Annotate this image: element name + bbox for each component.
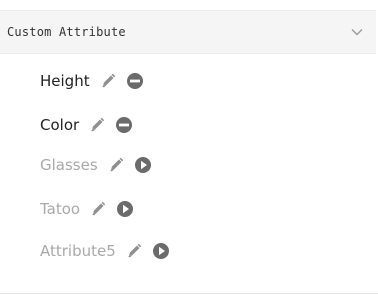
attribute-label: Tatoo [40,200,81,218]
minus-circle-icon[interactable] [125,71,145,91]
play-circle-icon[interactable] [115,199,135,219]
pencil-icon[interactable] [124,241,144,261]
attribute-label: Attribute5 [40,242,116,260]
minus-circle-icon[interactable] [114,115,134,135]
pencil-icon[interactable] [106,155,126,175]
panel-title: Custom Attribute [7,25,126,39]
play-circle-icon[interactable] [133,155,153,175]
attribute-row-glasses: Glasses [40,150,153,180]
attribute-label: Glasses [40,156,98,174]
attribute-row-height: Height [40,66,145,96]
panel-header[interactable]: Custom Attribute [0,10,376,54]
attribute-row-color: Color [40,110,134,140]
chevron-down-icon[interactable] [350,25,364,39]
pencil-icon[interactable] [88,199,108,219]
attribute-row-tatoo: Tatoo [40,194,135,224]
attribute-label: Height [40,72,90,90]
custom-attribute-panel: Custom Attribute Height Color Glasses Ta… [0,0,378,294]
pencil-icon[interactable] [98,71,118,91]
attribute-row-attribute5: Attribute5 [40,236,171,266]
pencil-icon[interactable] [87,115,107,135]
play-circle-icon[interactable] [151,241,171,261]
attribute-label: Color [40,116,80,134]
